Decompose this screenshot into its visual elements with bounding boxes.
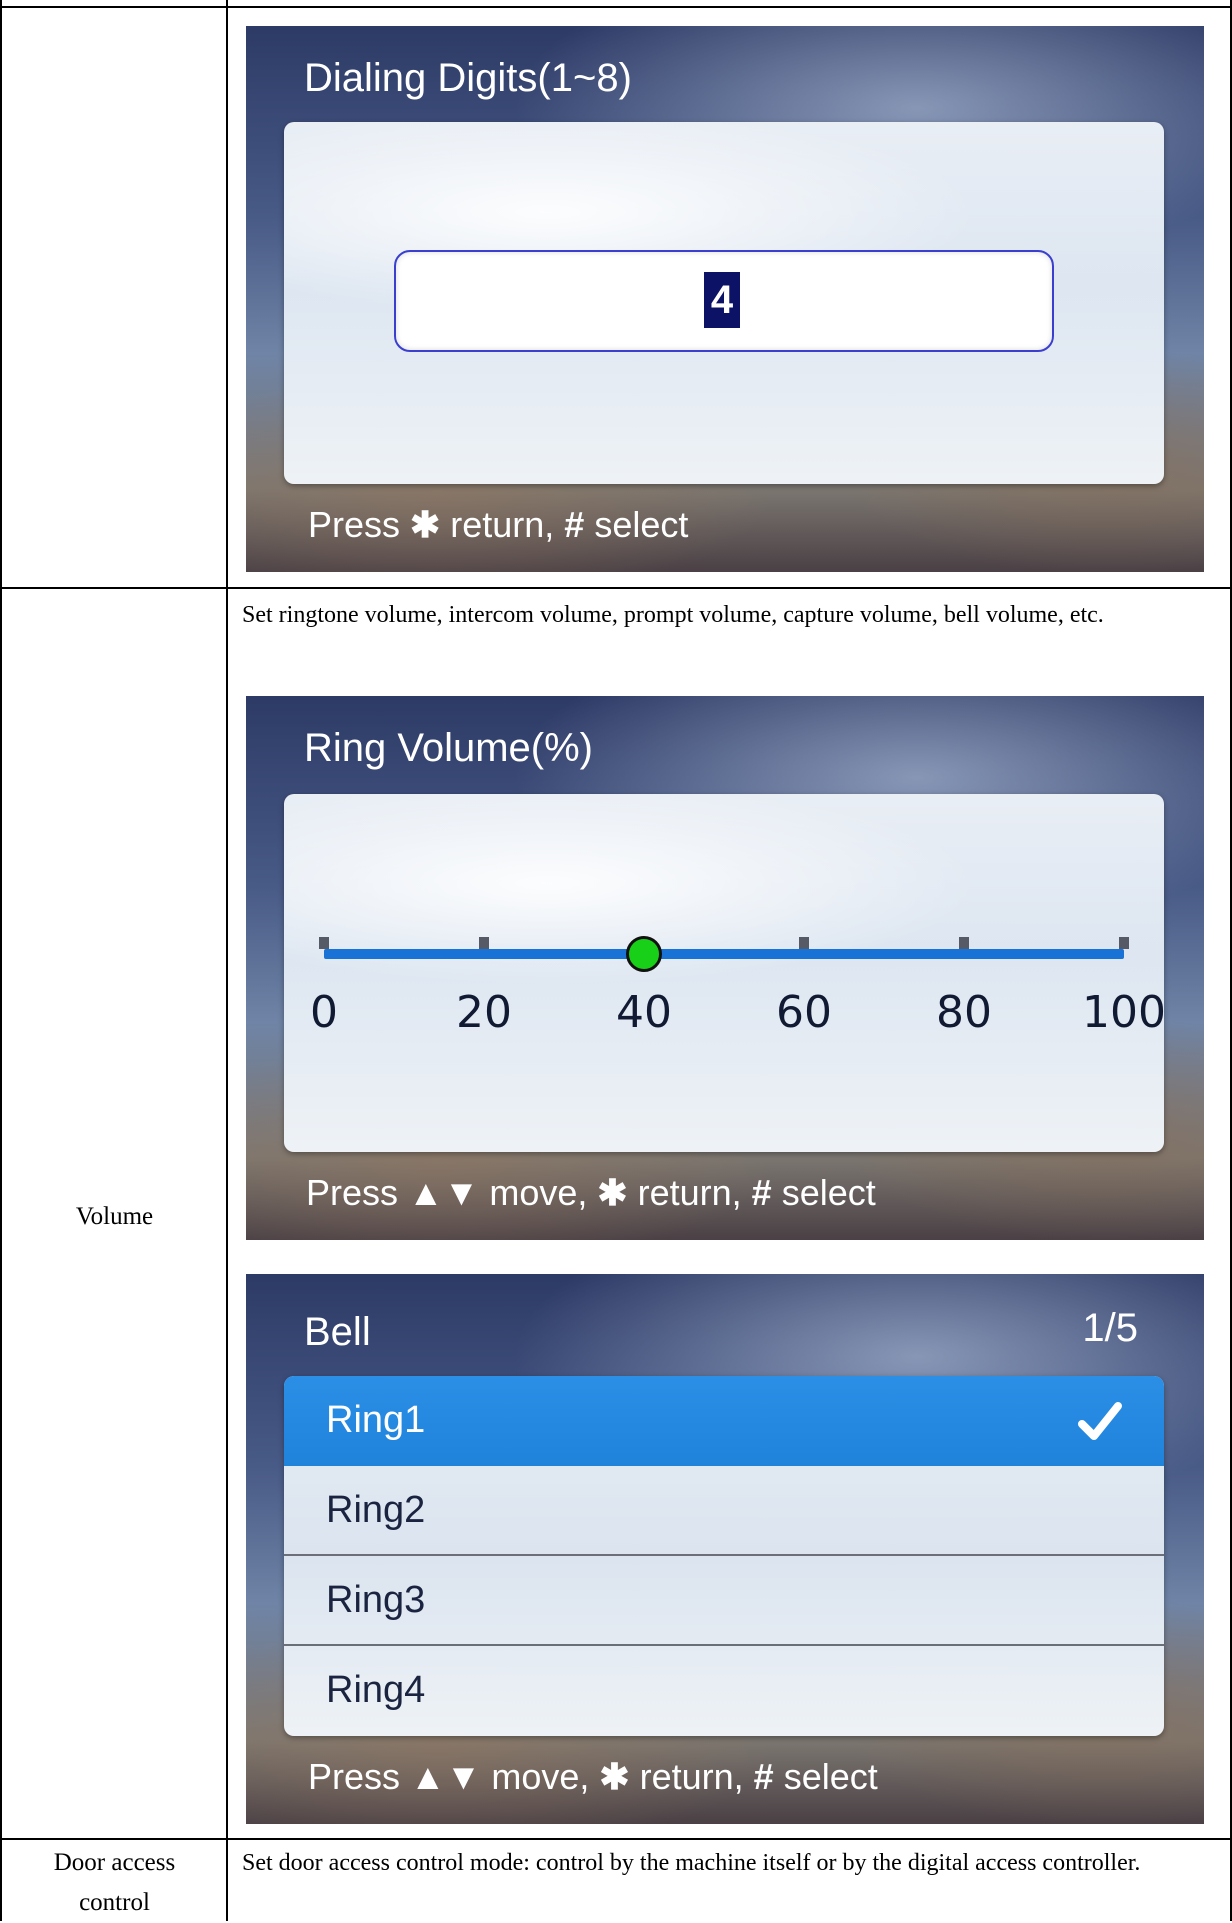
slider-track[interactable] [324,949,1124,959]
list-item[interactable]: Ring2 [284,1466,1164,1556]
screen-title: Bell [304,1310,371,1354]
hint-return: return, [637,1172,742,1213]
hint-select: select [781,1172,876,1213]
row-label-line-2: control [79,1889,150,1916]
slider-tick-label: 40 [616,987,672,1038]
hint-press: Press [308,504,401,545]
slider-tick-label: 100 [1082,987,1166,1038]
hash-key-icon: # [751,1172,772,1213]
slider-tick-label: 60 [776,987,832,1038]
hint-select: select [783,1756,878,1797]
list-item[interactable]: Ring1 [284,1376,1164,1466]
list-item-label: Ring4 [326,1669,426,1711]
slider-knob[interactable] [626,936,662,972]
hint-press: Press [308,1756,401,1797]
dialing-digits-screen: Dialing Digits(1~8) 4 Press ✱ return, # … [246,26,1204,572]
door-access-description: Set door access control mode: control by… [242,1850,1141,1876]
slider-tick-label: 20 [456,987,512,1038]
row-label-line-1: Door access [53,1849,176,1876]
digit-input-field[interactable]: 4 [394,250,1054,352]
screen-title: Ring Volume(%) [304,726,594,770]
checkmark-icon [1078,1402,1122,1440]
hash-key-icon: # [564,504,585,545]
list-item[interactable]: Ring3 [284,1556,1164,1646]
row-label-volume: Volume [75,1203,154,1230]
list-item-label: Ring2 [326,1489,426,1531]
hint-return: return, [639,1756,744,1797]
list-item-label: Ring1 [326,1399,426,1441]
row-label-door-access: Door access control [2,1843,227,1923]
slider-tick [479,937,489,949]
bell-list: Ring1 Ring2 Ring3 Ring4 [284,1376,1164,1736]
slider-tick-label: 80 [936,987,992,1038]
hint-select: select [594,504,689,545]
screen-title: Dialing Digits(1~8) [304,56,632,100]
table-column-divider [226,0,228,1921]
content-panel: 4 [284,122,1164,484]
slider-tick [319,937,329,949]
key-hint: Press ▲▼ move, ✱ return, # select [306,1172,876,1214]
key-hint: Press ✱ return, # select [308,504,688,546]
star-key-icon: ✱ [410,504,441,545]
hint-return: return, [450,504,555,545]
page-counter: 1/5 [1082,1306,1138,1350]
content-panel: 0 20 40 60 80 100 [284,794,1166,1152]
volume-description: Set ringtone volume, intercom volume, pr… [242,602,1104,628]
slider-tick [1119,937,1129,949]
up-down-arrows-icon: ▲▼ [408,1172,480,1213]
key-hint: Press ▲▼ move, ✱ return, # select [308,1756,878,1798]
up-down-arrows-icon: ▲▼ [410,1756,482,1797]
digit-value: 4 [704,272,740,328]
volume-slider[interactable]: 0 20 40 60 80 100 [284,794,1166,1152]
slider-tick [959,937,969,949]
bell-screen: Bell 1/5 Ring1 Ring2 Ring3 Ring4 Press ▲… [246,1274,1204,1824]
table-border-left [0,0,2,1921]
list-item-label: Ring3 [326,1579,426,1621]
table-border-top [0,6,1232,8]
table-row-divider [0,1838,1232,1840]
hash-key-icon: # [753,1756,774,1797]
hint-move: move, [489,1172,588,1213]
hint-press: Press [306,1172,399,1213]
ring-volume-screen: Ring Volume(%) 0 20 40 60 80 100 Press ▲▼ mov… [246,696,1204,1240]
hint-move: move, [491,1756,590,1797]
list-item[interactable]: Ring4 [284,1646,1164,1736]
star-key-icon: ✱ [599,1756,630,1797]
star-key-icon: ✱ [597,1172,628,1213]
table-row-divider [0,587,1232,589]
slider-tick [799,937,809,949]
slider-tick-label: 0 [310,987,338,1038]
